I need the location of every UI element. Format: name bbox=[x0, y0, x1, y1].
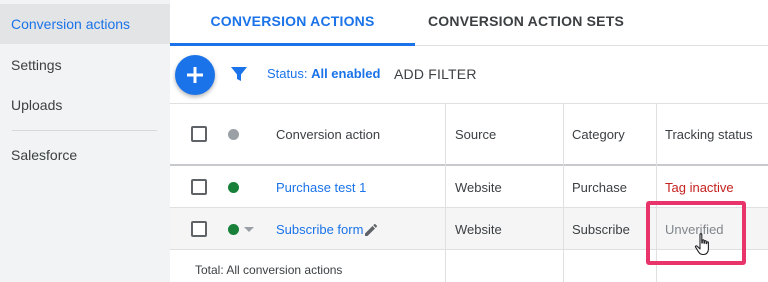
column-divider bbox=[445, 104, 446, 282]
column-header-source[interactable]: Source bbox=[455, 127, 496, 142]
status-dot-enabled bbox=[228, 182, 239, 193]
sidebar-divider bbox=[12, 130, 157, 131]
sidebar-item-settings[interactable]: Settings bbox=[0, 45, 170, 85]
status-filter-chip[interactable]: Status: All enabled bbox=[267, 66, 380, 81]
column-divider bbox=[563, 104, 564, 282]
row-checkbox[interactable] bbox=[191, 179, 207, 195]
tab-conversion-actions[interactable]: CONVERSION ACTIONS bbox=[170, 0, 415, 46]
column-header-conversion-action[interactable]: Conversion action bbox=[276, 127, 380, 142]
status-dot-header bbox=[228, 129, 239, 140]
add-filter-button[interactable]: ADD FILTER bbox=[394, 66, 477, 82]
source-cell: Website bbox=[455, 180, 502, 195]
column-header-category[interactable]: Category bbox=[572, 127, 625, 142]
category-cell: Subscribe bbox=[572, 222, 630, 237]
hand-cursor-icon bbox=[694, 233, 709, 256]
table-header-row: Conversion action Source Category Tracki… bbox=[170, 104, 768, 166]
conversion-action-link[interactable]: Purchase test 1 bbox=[276, 180, 366, 195]
total-label: Total: All conversion actions bbox=[195, 263, 343, 277]
tab-conversion-action-sets[interactable]: CONVERSION ACTION SETS bbox=[415, 0, 637, 46]
source-cell: Website bbox=[455, 222, 502, 237]
plus-icon bbox=[187, 67, 203, 83]
status-dot-enabled bbox=[228, 224, 239, 235]
category-cell: Purchase bbox=[572, 180, 627, 195]
select-all-checkbox[interactable] bbox=[191, 126, 207, 142]
status-filter-prefix: Status: bbox=[267, 66, 312, 81]
status-dropdown-caret[interactable] bbox=[244, 227, 254, 232]
sidebar: Conversion actions Settings Uploads Sale… bbox=[0, 0, 170, 282]
column-header-tracking-status[interactable]: Tracking status bbox=[665, 127, 753, 142]
pencil-icon[interactable] bbox=[363, 222, 379, 238]
sidebar-item-salesforce[interactable]: Salesforce bbox=[0, 135, 170, 175]
add-conversion-button[interactable] bbox=[175, 55, 215, 95]
status-filter-value: All enabled bbox=[311, 66, 381, 81]
tracking-status-cell[interactable]: Tag inactive bbox=[665, 180, 734, 195]
row-checkbox[interactable] bbox=[191, 221, 207, 237]
toolbar: Status: All enabled ADD FILTER bbox=[170, 46, 768, 104]
sidebar-item-conversion-actions[interactable]: Conversion actions bbox=[0, 4, 170, 44]
sidebar-item-uploads[interactable]: Uploads bbox=[0, 85, 170, 125]
conversion-action-link[interactable]: Subscribe form bbox=[276, 222, 363, 237]
funnel-icon[interactable] bbox=[230, 65, 248, 83]
tab-bar: CONVERSION ACTIONS CONVERSION ACTION SET… bbox=[170, 0, 768, 46]
